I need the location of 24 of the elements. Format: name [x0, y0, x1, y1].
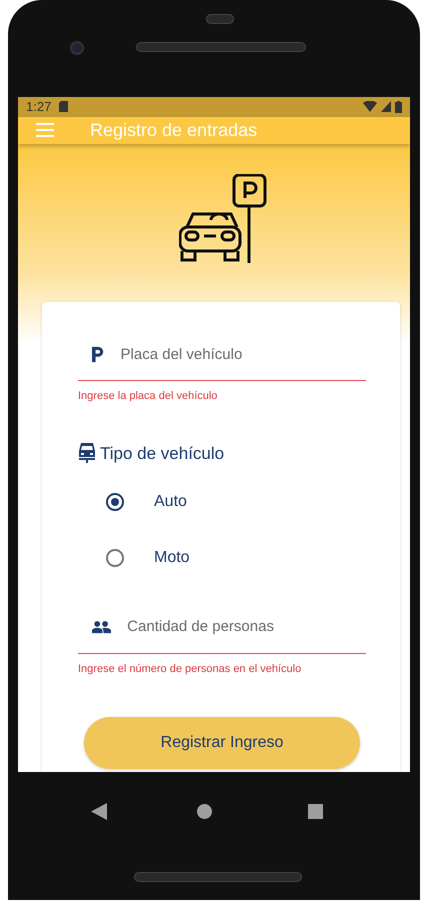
people-error: Ingrese el número de personas en el vehículo [78, 662, 302, 676]
status-time: 1:27 [26, 98, 52, 116]
back-icon[interactable] [91, 802, 107, 820]
radio-button[interactable] [106, 493, 124, 511]
register-button[interactable]: Registrar Ingreso [84, 717, 360, 769]
plate-error: Ingrese la placa del vehículo [78, 389, 218, 404]
radio-label[interactable]: Auto [154, 490, 187, 514]
battery-icon [395, 100, 402, 113]
signal-icon [381, 101, 391, 112]
vehicle-type-label: Tipo de vehículo [100, 442, 224, 464]
recents-icon[interactable] [308, 804, 323, 818]
people-icon [92, 620, 112, 634]
radio-label[interactable]: Moto [154, 546, 190, 570]
sd-card-icon [59, 101, 68, 112]
camera-icon [70, 41, 84, 55]
app-bar-title: Registro de entradas [90, 118, 258, 142]
wifi-icon [363, 101, 377, 112]
home-icon[interactable] [197, 804, 212, 818]
car-front-icon [78, 443, 96, 464]
phone-sensor [206, 14, 234, 24]
plate-field[interactable]: Placa del vehículo [120, 344, 366, 366]
radio-button[interactable] [106, 549, 124, 567]
parking-p-icon [92, 346, 105, 364]
people-field[interactable]: Cantidad de personas [127, 616, 366, 638]
